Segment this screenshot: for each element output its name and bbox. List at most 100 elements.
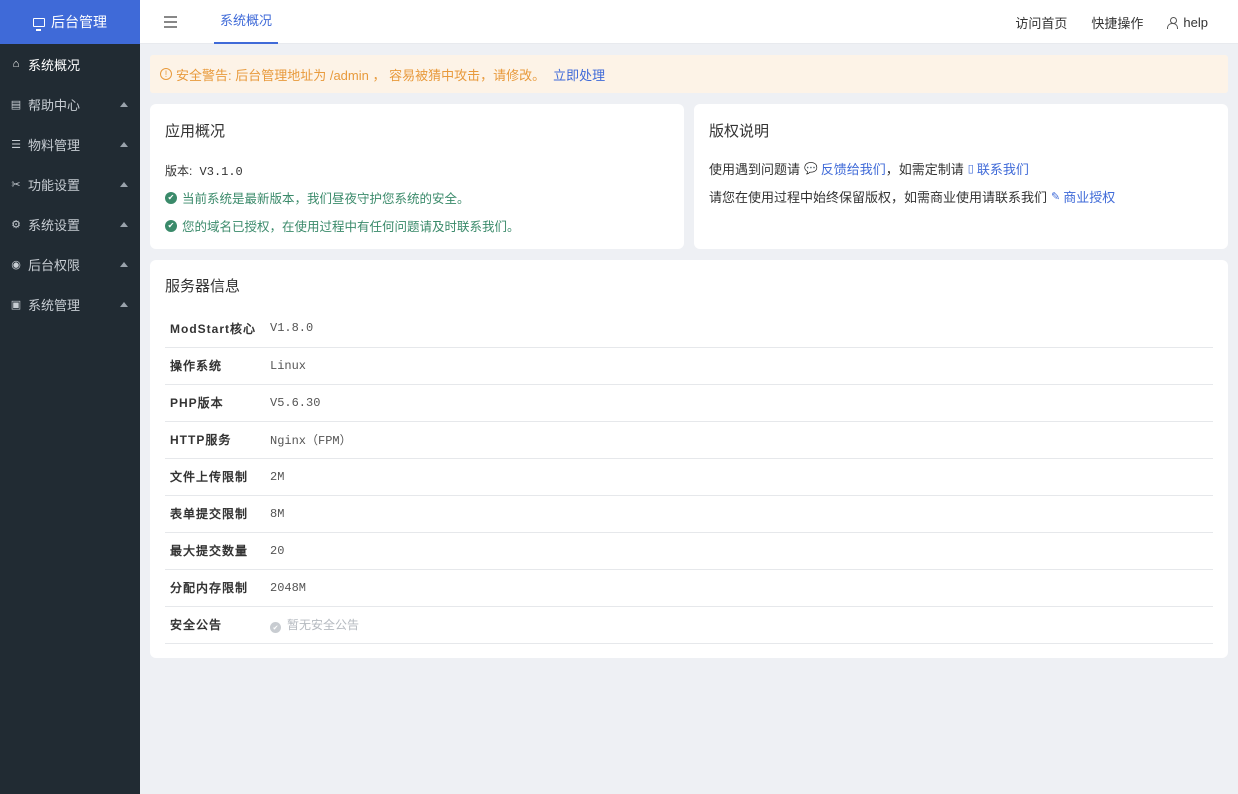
row-key: 最大提交数量 (165, 532, 265, 570)
contact-link[interactable]: ▯ 联系我们 (964, 159, 1029, 178)
check-circle-icon: ✔ (270, 622, 281, 634)
copyright-line-2: 请您在使用过程中始终保留版权，如需商业使用请联系我们 ✎ 商业授权 (709, 187, 1213, 206)
user-circle-icon: ◉ (11, 258, 21, 271)
chart-icon: ▣ (10, 298, 22, 311)
edit-icon: ✎ (1051, 191, 1061, 203)
tools-icon: ✂ (11, 178, 21, 191)
sidebar-item-label: 系统管理 (28, 297, 81, 313)
app-overview-card: 应用概况 版本: V3.1.0 ✔ 当前系统是最新版本，我们昼夜守护您系统的安全… (150, 104, 684, 249)
header: 系统概况 访问首页 快捷操作 help (140, 0, 1238, 44)
sidebar-item-system[interactable]: ▣ 系统管理 (0, 284, 140, 324)
list-icon: ☰ (11, 138, 21, 151)
chat-icon: 💬 (804, 163, 818, 175)
commercial-license-label: 商业授权 (1063, 190, 1116, 205)
row-key: 文件上传限制 (165, 458, 265, 496)
status-msg: ✔ 当前系统是最新版本，我们昼夜守护您系统的安全。 (165, 188, 669, 207)
version-line: 版本: V3.1.0 (165, 162, 669, 179)
check-circle-icon: ✔ (165, 191, 177, 204)
contact-label: 联系我们 (976, 162, 1029, 177)
row-key: 表单提交限制 (165, 495, 265, 533)
caret-up-icon (120, 102, 128, 107)
home-icon: ⌂ (12, 58, 20, 70)
sidebar-item-overview[interactable]: ⌂ 系统概况 (0, 44, 140, 84)
feedback-label: 反馈给我们 (820, 162, 886, 177)
header-links: 访问首页 快捷操作 help (1015, 0, 1208, 44)
sidebar-item-label: 功能设置 (28, 177, 81, 193)
row-value: V5.6.30 (265, 384, 1213, 422)
row-value: 2M (265, 458, 1213, 496)
sidebar-item-permissions[interactable]: ◉ 后台权限 (0, 244, 140, 284)
sidebar: 后台管理 ⌂ 系统概况 ▤ 帮助中心 ☰ 物料管理 ✂ 功能设置 ⚙ 系统设置 … (0, 0, 140, 794)
sidebar-item-features[interactable]: ✂ 功能设置 (0, 164, 140, 204)
copyright-card: 版权说明 使用遇到问题请 💬 反馈给我们 ，如需定制请 ▯ 联系我们 请您在使用过程… (694, 104, 1228, 249)
row-key: PHP版本 (165, 384, 265, 422)
row-value: 20 (265, 532, 1213, 570)
warning-icon: ! (160, 68, 172, 80)
table-row: PHP版本 V5.6.30 (165, 384, 1213, 422)
sidebar-item-label: 物料管理 (28, 137, 81, 153)
sidebar-menu: ⌂ 系统概况 ▤ 帮助中心 ☰ 物料管理 ✂ 功能设置 ⚙ 系统设置 ◉ 后台权… (0, 44, 140, 324)
table-row: 操作系统 Linux (165, 347, 1213, 385)
table-row: 最大提交数量 20 (165, 532, 1213, 570)
menu-toggle-icon[interactable] (164, 16, 177, 28)
table-row: 安全公告 ✔ 暂无安全公告 (165, 606, 1213, 644)
sidebar-item-settings[interactable]: ⚙ 系统设置 (0, 204, 140, 244)
row-value: Linux (265, 347, 1213, 385)
line-text: ，如需定制请 (885, 162, 964, 177)
check-circle-icon: ✔ (165, 219, 177, 232)
row-value: V1.8.0 (265, 310, 1213, 348)
table-row: 分配内存限制 2048M (165, 569, 1213, 607)
caret-up-icon (120, 142, 128, 147)
brand-label: 后台管理 (51, 14, 107, 30)
version-value: V3.1.0 (199, 165, 243, 179)
row-value: 8M (265, 495, 1213, 533)
license-msg-text: 您的域名已授权，在使用过程中有任何问题请及时联系我们。 (182, 220, 520, 234)
status-msg-text: 当前系统是最新版本，我们昼夜守护您系统的安全。 (182, 192, 470, 206)
copyright-line-1: 使用遇到问题请 💬 反馈给我们 ，如需定制请 ▯ 联系我们 (709, 159, 1213, 178)
book-icon: ▤ (10, 98, 22, 111)
table-row: 表单提交限制 8M (165, 495, 1213, 533)
row-key: 分配内存限制 (165, 569, 265, 607)
brand[interactable]: 后台管理 (0, 0, 140, 44)
row-key: HTTP服务 (165, 421, 265, 459)
tab-overview[interactable]: 系统概况 (214, 0, 279, 44)
visit-home-link[interactable]: 访问首页 (1015, 13, 1067, 32)
card-title: 应用概况 (165, 123, 226, 140)
line-text: 使用遇到问题请 (709, 162, 801, 177)
gear-icon: ⚙ (11, 218, 21, 231)
row-key: 安全公告 (165, 606, 265, 644)
sidebar-item-help[interactable]: ▤ 帮助中心 (0, 84, 140, 124)
commercial-license-link[interactable]: ✎ 商业授权 (1047, 187, 1115, 206)
sidebar-item-label: 后台权限 (28, 257, 81, 273)
row-value: Nginx（FPM） (265, 421, 1213, 459)
monitor-icon (33, 17, 45, 31)
server-info-table: ModStart核心 V1.8.0 操作系统 Linux PHP版本 V5.6.30 … (165, 310, 1213, 644)
username: help (1183, 14, 1208, 30)
row-key: 操作系统 (165, 347, 265, 385)
sidebar-item-label: 系统设置 (28, 217, 81, 233)
feedback-link[interactable]: 💬 反馈给我们 (800, 159, 886, 178)
quick-actions-link[interactable]: 快捷操作 (1091, 13, 1143, 32)
card-title: 服务器信息 (165, 278, 241, 295)
row-key: ModStart核心 (165, 310, 265, 348)
version-label: 版本: (165, 164, 193, 178)
handle-now-link[interactable]: 立即处理 (553, 65, 605, 84)
row-value: 2048M (265, 569, 1213, 607)
caret-up-icon (120, 182, 128, 187)
table-row: ModStart核心 V1.8.0 (165, 310, 1213, 348)
phone-icon: ▯ (967, 163, 974, 175)
row-value: ✔ 暂无安全公告 (265, 606, 1213, 644)
security-alert: ! 安全警告: 后台管理地址为 /admin ， 容易被猜中攻击，请修改。 立即… (150, 55, 1228, 93)
user-menu[interactable]: help (1167, 15, 1208, 30)
alert-text: 安全警告: 后台管理地址为 /admin ， 容易被猜中攻击，请修改。 (176, 67, 546, 83)
caret-up-icon (120, 222, 128, 227)
line-text: 请您在使用过程中始终保留版权，如需商业使用请联系我们 (709, 190, 1048, 205)
security-notice-text: 暂无安全公告 (287, 617, 360, 632)
sidebar-item-label: 系统概况 (28, 57, 81, 73)
sidebar-item-label: 帮助中心 (28, 97, 81, 113)
sidebar-item-material[interactable]: ☰ 物料管理 (0, 124, 140, 164)
table-row: HTTP服务 Nginx（FPM） (165, 421, 1213, 459)
license-msg: ✔ 您的域名已授权，在使用过程中有任何问题请及时联系我们。 (165, 216, 669, 235)
server-info-card: 服务器信息 ModStart核心 V1.8.0 操作系统 Linux PHP版本 V5… (150, 260, 1228, 658)
table-row: 文件上传限制 2M (165, 458, 1213, 496)
